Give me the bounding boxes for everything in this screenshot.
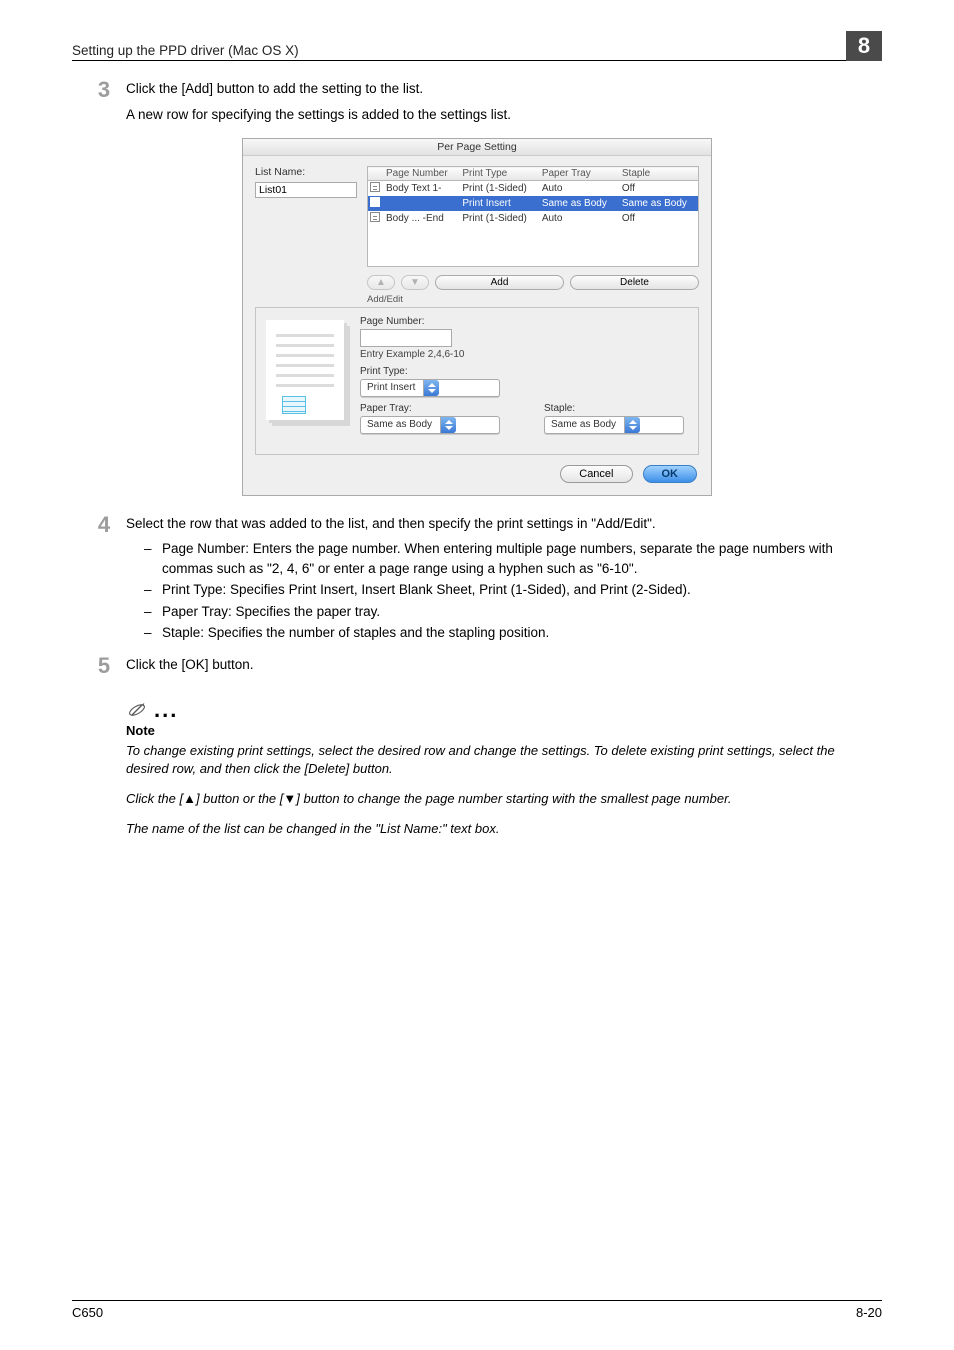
- page-number-input[interactable]: [360, 329, 452, 347]
- staple-select[interactable]: Same as Body: [544, 416, 684, 434]
- step-number-3: 3: [82, 79, 126, 101]
- note-icon: [126, 699, 148, 721]
- ok-button[interactable]: OK: [643, 465, 698, 483]
- page-preview-icon: [266, 320, 344, 420]
- step5-text: Click the [OK] button.: [126, 655, 872, 675]
- step4-bullet: Staple: Specifies the number of staples …: [144, 623, 872, 643]
- chevron-updown-icon: [423, 380, 439, 396]
- chevron-updown-icon: [624, 417, 640, 433]
- note-label: Note: [126, 723, 868, 738]
- print-type-select[interactable]: Print Insert: [360, 379, 500, 397]
- table-row[interactable]: Body Text 1- Print (1-Sided) Auto Off: [368, 181, 699, 197]
- page-number-label: Page Number:: [360, 316, 688, 327]
- th-page-number: Page Number: [382, 167, 458, 181]
- delete-button[interactable]: Delete: [570, 275, 699, 290]
- add-button[interactable]: Add: [435, 275, 564, 290]
- step4-bullet: Page Number: Enters the page number. Whe…: [144, 539, 872, 578]
- row-icon: [370, 182, 380, 192]
- move-down-button[interactable]: ▼: [401, 275, 429, 290]
- paper-tray-select[interactable]: Same as Body: [360, 416, 500, 434]
- th-print-type: Print Type: [458, 167, 537, 181]
- th-paper-tray: Paper Tray: [538, 167, 618, 181]
- cancel-button[interactable]: Cancel: [560, 465, 632, 483]
- list-name-label: List Name:: [255, 166, 357, 178]
- step4-bullet: Print Type: Specifies Print Insert, Inse…: [144, 580, 872, 600]
- note-dots: ...: [154, 697, 178, 723]
- note-text-3: The name of the list can be changed in t…: [126, 820, 868, 838]
- step-number-5: 5: [82, 655, 126, 677]
- note-text-1: To change existing print settings, selec…: [126, 742, 868, 778]
- step4-bullet: Paper Tray: Specifies the paper tray.: [144, 602, 872, 622]
- per-page-setting-dialog: Per Page Setting List Name: Page Number …: [242, 138, 712, 496]
- step-number-4: 4: [82, 514, 126, 536]
- step3-text: Click the [Add] button to add the settin…: [126, 79, 872, 99]
- page-number-hint: Entry Example 2,4,6-10: [360, 349, 688, 360]
- paper-tray-label: Paper Tray:: [360, 403, 504, 414]
- move-up-button[interactable]: ▲: [367, 275, 395, 290]
- table-row-selected[interactable]: Print Insert Same as Body Same as Body: [368, 196, 699, 211]
- table-row[interactable]: Body ... -End Print (1-Sided) Auto Off: [368, 211, 699, 226]
- staple-label: Staple:: [544, 403, 688, 414]
- th-staple: Staple: [618, 167, 699, 181]
- footer-page: 8-20: [856, 1305, 882, 1320]
- list-name-input[interactable]: [255, 182, 357, 198]
- note-text-2: Click the [▲] button or the [▼] button t…: [126, 790, 868, 808]
- footer-model: C650: [72, 1305, 103, 1320]
- chevron-updown-icon: [440, 417, 456, 433]
- section-title: Setting up the PPD driver (Mac OS X): [72, 43, 299, 58]
- step3-text-2: A new row for specifying the settings is…: [126, 105, 872, 125]
- chapter-number-badge: 8: [846, 31, 882, 61]
- dialog-title: Per Page Setting: [243, 139, 711, 156]
- row-icon: [370, 212, 380, 222]
- step4-text: Select the row that was added to the lis…: [126, 514, 872, 534]
- settings-table[interactable]: Page Number Print Type Paper Tray Staple…: [367, 166, 699, 267]
- add-edit-label: Add/Edit: [367, 294, 699, 305]
- print-type-label: Print Type:: [360, 366, 688, 377]
- row-icon: [370, 197, 380, 207]
